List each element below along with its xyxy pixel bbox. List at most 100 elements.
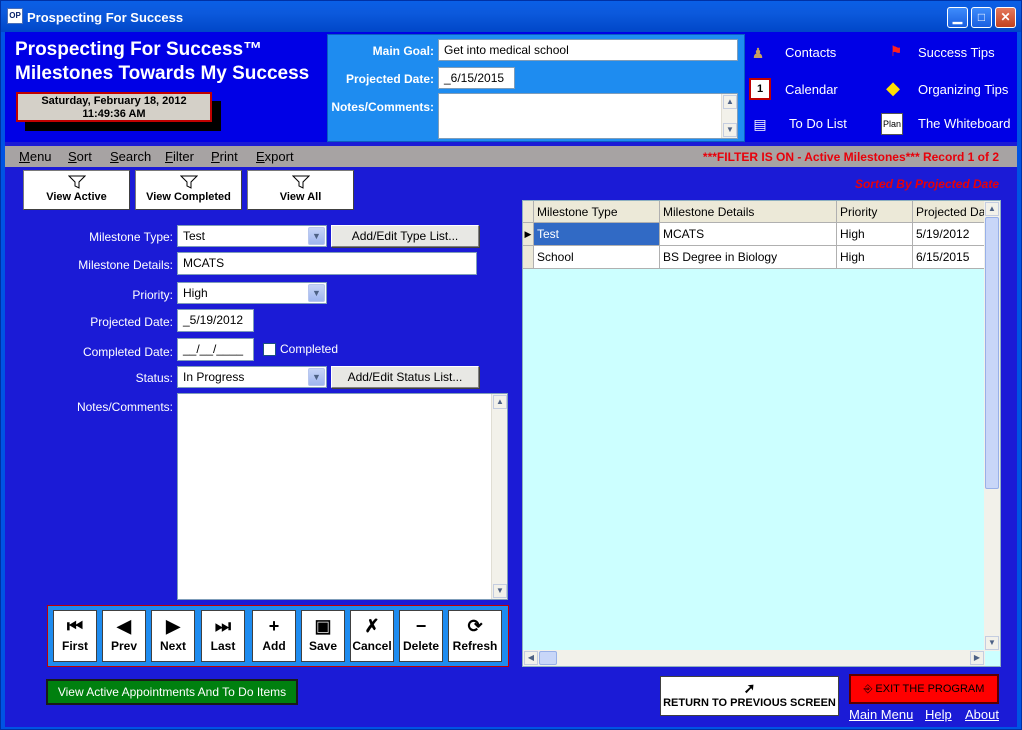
title-bar[interactable]: OP Prospecting For Success ▁ □ ✕: [1, 1, 1021, 32]
view-all-button[interactable]: View All: [247, 170, 354, 210]
menu-print[interactable]: Print: [211, 149, 238, 164]
close-button[interactable]: ✕: [995, 7, 1016, 28]
add-button[interactable]: + Add: [252, 610, 296, 662]
contacts-icon[interactable]: ♟: [747, 42, 769, 64]
goal-projected-date-field[interactable]: _6/15/2015: [438, 67, 515, 89]
organizing-tips-link[interactable]: Organizing Tips: [918, 82, 1008, 97]
calendar-link[interactable]: Calendar: [785, 82, 838, 97]
scroll-thumb[interactable]: [985, 217, 999, 489]
column-header[interactable]: Milestone Type: [534, 201, 660, 223]
table-cell[interactable]: School: [534, 246, 660, 269]
view-active-label: View Active: [46, 191, 107, 203]
column-header[interactable]: Milestone Details: [660, 201, 837, 223]
menu-bar: Menu Sort Search Filter Print Export ***…: [5, 146, 1017, 167]
return-to-previous-button[interactable]: ➚ RETURN TO PREVIOUS SCREEN: [660, 676, 839, 716]
scroll-up-icon[interactable]: ▲: [723, 95, 737, 109]
whiteboard-link[interactable]: The Whiteboard: [918, 116, 1011, 131]
column-header[interactable]: Priority: [837, 201, 913, 223]
cancel-button[interactable]: ✗ Cancel: [350, 610, 394, 662]
whiteboard-icon[interactable]: Plan: [881, 113, 903, 135]
first-button[interactable]: ⏮ First: [53, 610, 97, 662]
completed-checkbox[interactable]: [263, 343, 276, 356]
table-cell[interactable]: High: [837, 246, 913, 269]
table-cell[interactable]: 5/19/2012: [913, 223, 985, 246]
next-icon: ▶: [166, 616, 180, 636]
main-goal-panel: Main Goal: Get into medical school Proje…: [327, 34, 745, 142]
menu-export[interactable]: Export: [256, 149, 294, 164]
goal-notes-field[interactable]: ▲ ▼: [438, 93, 738, 139]
view-active-button[interactable]: View Active: [23, 170, 130, 210]
goal-notes-label: Notes/Comments:: [331, 100, 434, 114]
chevron-down-icon[interactable]: ▼: [308, 368, 325, 386]
table-cell[interactable]: 6/15/2015: [913, 246, 985, 269]
header: Prospecting For Success™ Milestones Towa…: [5, 32, 1017, 142]
completed-date-field[interactable]: __/__/____: [177, 338, 254, 361]
table-cell[interactable]: MCATS: [660, 223, 837, 246]
menu-menu[interactable]: Menu: [19, 149, 52, 164]
menu-sort[interactable]: Sort: [68, 149, 92, 164]
todo-link[interactable]: To Do List: [789, 116, 847, 131]
view-completed-button[interactable]: View Completed: [135, 170, 242, 210]
refresh-button[interactable]: ⟳ Refresh: [448, 610, 502, 662]
prev-button[interactable]: ◀ Prev: [102, 610, 146, 662]
exit-program-button[interactable]: ⎆ EXIT THE PROGRAM: [849, 674, 999, 704]
notes-scrollbar[interactable]: ▲ ▼: [491, 394, 507, 599]
priority-label: Priority:: [132, 288, 173, 302]
cancel-label: Cancel: [352, 639, 392, 653]
delete-button[interactable]: − Delete: [399, 610, 443, 662]
save-label: Save: [308, 639, 338, 653]
save-button[interactable]: ▣ Save: [301, 610, 345, 662]
table-cell[interactable]: BS Degree in Biology: [660, 246, 837, 269]
funnel-icon: [291, 175, 310, 189]
grid-vertical-scrollbar[interactable]: ▲ ▼: [984, 201, 1000, 651]
priority-select[interactable]: High ▼: [177, 282, 327, 304]
goal-notes-scrollbar[interactable]: ▲ ▼: [721, 94, 737, 138]
scroll-right-icon[interactable]: ▶: [970, 651, 984, 665]
scroll-down-icon[interactable]: ▼: [985, 636, 999, 650]
flag-icon[interactable]: ⚑: [885, 40, 907, 62]
calendar-icon[interactable]: 1: [749, 78, 771, 100]
column-header[interactable]: Projected Da: [913, 201, 985, 223]
add-edit-type-button[interactable]: Add/Edit Type List...: [331, 225, 479, 247]
status-select[interactable]: In Progress ▼: [177, 366, 327, 388]
success-tips-link[interactable]: Success Tips: [918, 45, 995, 60]
scroll-up-icon[interactable]: ▲: [985, 202, 999, 216]
todo-icon[interactable]: ▤: [749, 113, 771, 135]
scroll-left-icon[interactable]: ◀: [524, 651, 538, 665]
view-appointments-button[interactable]: View Active Appointments And To Do Items: [46, 679, 298, 705]
chevron-down-icon[interactable]: ▼: [308, 284, 325, 302]
scroll-down-icon[interactable]: ▼: [493, 584, 507, 598]
about-link[interactable]: About: [965, 707, 999, 722]
scroll-up-icon[interactable]: ▲: [493, 395, 507, 409]
add-edit-status-button[interactable]: Add/Edit Status List...: [331, 366, 479, 388]
notes-field[interactable]: ▲ ▼: [177, 393, 508, 600]
scroll-thumb[interactable]: [539, 651, 557, 665]
milestone-details-field[interactable]: MCATS: [177, 252, 477, 275]
main-goal-field[interactable]: Get into medical school: [438, 39, 738, 61]
chevron-down-icon[interactable]: ▼: [308, 227, 325, 245]
view-all-label: View All: [279, 191, 322, 203]
menu-filter[interactable]: Filter: [165, 149, 194, 164]
funnel-icon: [179, 175, 198, 189]
exit-door-icon: ⎆: [863, 683, 876, 695]
table-row[interactable]: School BS Degree in Biology High 6/15/20…: [523, 246, 985, 269]
row-pointer-icon: ▶: [523, 223, 534, 246]
scroll-down-icon[interactable]: ▼: [723, 123, 737, 137]
help-link[interactable]: Help: [925, 707, 952, 722]
menu-search[interactable]: Search: [110, 149, 151, 164]
table-row[interactable]: ▶ Test MCATS High 5/19/2012: [523, 223, 985, 246]
projected-date-field[interactable]: _5/19/2012: [177, 309, 254, 332]
organizing-icon[interactable]: ◆: [882, 77, 904, 99]
grid-horizontal-scrollbar[interactable]: ◀ ▶: [523, 650, 985, 666]
milestone-type-select[interactable]: Test ▼: [177, 225, 327, 247]
row-selector: [523, 246, 534, 269]
last-button[interactable]: ⏭ Last: [201, 610, 245, 662]
contacts-link[interactable]: Contacts: [785, 45, 836, 60]
grid-corner: [523, 201, 534, 223]
table-cell[interactable]: High: [837, 223, 913, 246]
maximize-button[interactable]: □: [971, 7, 992, 28]
next-button[interactable]: ▶ Next: [151, 610, 195, 662]
main-menu-link[interactable]: Main Menu: [849, 707, 913, 722]
minimize-button[interactable]: ▁: [947, 7, 968, 28]
table-cell[interactable]: Test: [534, 223, 660, 246]
